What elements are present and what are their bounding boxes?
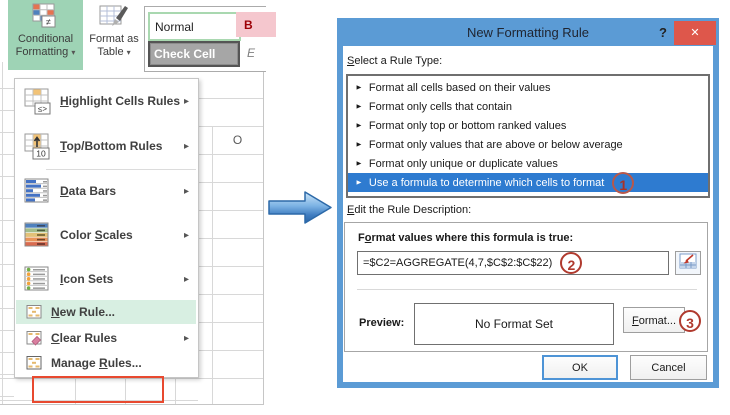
menu-item-color-scales[interactable]: Color Scales ▸	[16, 215, 196, 255]
data-bars-icon	[22, 178, 52, 204]
conditional-formatting-menu: ≤> Highlight Cells Rules ▸ 10 Top/Bottom…	[14, 78, 199, 403]
rule-type-option-selected[interactable]: ► Use a formula to determine which cells …	[348, 171, 708, 194]
close-icon: ✕	[690, 27, 700, 39]
excel-panel: O ≠ Conditional Formatting ▾ Format as T…	[0, 0, 276, 405]
dropdown-caret-icon: ▾	[126, 48, 131, 57]
svg-text:≤>: ≤>	[37, 104, 46, 113]
annotation-step-1: 1	[612, 171, 635, 194]
conditional-formatting-label-line1: Conditional	[17, 33, 74, 45]
menu-item-label: Clear Rules	[51, 331, 118, 345]
submenu-arrow-icon: ▸	[183, 185, 189, 197]
ok-button[interactable]: OK	[542, 355, 618, 380]
formula-input[interactable]: =$C2=AGGREGATE(4,7,$C$2:$C$22) 2	[357, 251, 669, 275]
format-as-table-icon	[99, 3, 129, 33]
format-as-table-label-line2: Table ▾	[97, 46, 131, 58]
rule-type-option[interactable]: ► Format all cells based on their values	[348, 78, 708, 97]
dialog-body: Select a Rule Type: ► Format all cells ba…	[343, 46, 713, 382]
style-bad-partial[interactable]: B	[236, 12, 276, 37]
submenu-arrow-icon: ▸	[183, 95, 189, 107]
rule-bullet-icon: ►	[355, 102, 363, 111]
icon-sets-icon	[22, 266, 52, 292]
menu-item-label: Color Scales	[60, 228, 133, 242]
screenshot-root: { "ribbon": { "conditional_formatting": …	[0, 0, 730, 415]
menu-item-label: Icon Sets	[60, 272, 114, 286]
rule-type-listbox: ► Format all cells based on their values …	[346, 74, 710, 198]
column-header-o[interactable]: O	[212, 133, 263, 147]
svg-text:10: 10	[36, 148, 46, 158]
collapse-dialog-button[interactable]	[675, 251, 701, 275]
style-check-cell[interactable]: Check Cell	[148, 41, 240, 67]
rule-bullet-icon: ►	[355, 178, 363, 187]
rule-type-label: Format only unique or duplicate values	[368, 157, 558, 170]
menu-item-label: Manage Rules...	[51, 356, 142, 370]
close-button[interactable]: ✕	[674, 21, 716, 45]
style-normal[interactable]: Normal	[148, 12, 241, 41]
rule-bullet-icon: ►	[355, 140, 363, 149]
menu-item-new-rule[interactable]: New Rule...	[16, 300, 196, 324]
menu-item-clear-rules[interactable]: Clear Rules ▸	[16, 326, 196, 350]
style-explanatory-partial[interactable]: E	[241, 41, 273, 65]
menu-separator	[46, 169, 196, 170]
menu-item-label: New Rule...	[51, 305, 116, 319]
highlight-cells-rules-icon: ≤>	[22, 88, 52, 115]
clear-rules-icon	[25, 330, 43, 346]
menu-item-top-bottom-rules[interactable]: 10 Top/Bottom Rules ▸	[16, 126, 196, 166]
top-bottom-rules-icon: 10	[22, 133, 52, 160]
help-button[interactable]: ?	[655, 20, 671, 44]
format-as-table-button[interactable]: Format as Table ▾	[85, 0, 143, 70]
transition-arrow-icon	[266, 188, 336, 233]
dropdown-caret-icon: ▾	[71, 48, 76, 57]
menu-item-label: Highlight Cells Rules	[60, 94, 181, 108]
preview-label: Preview:	[359, 317, 405, 329]
rule-type-option[interactable]: ► Format only top or bottom ranked values	[348, 116, 708, 135]
submenu-arrow-icon: ▸	[183, 140, 189, 152]
formula-value: =$C2=AGGREGATE(4,7,$C$2:$C$22)	[363, 257, 553, 269]
menu-item-label: Data Bars	[60, 184, 117, 198]
svg-text:≠: ≠	[46, 17, 51, 27]
rule-type-label: Format all cells based on their values	[368, 81, 551, 94]
submenu-arrow-icon: ▸	[183, 332, 189, 344]
rule-type-option[interactable]: ► Format only values that are above or be…	[348, 135, 708, 154]
range-selector-icon	[679, 253, 697, 274]
submenu-arrow-icon: ▸	[183, 273, 189, 285]
annotation-step-2: 2	[560, 252, 583, 274]
rule-type-option[interactable]: ► Format only cells that contain	[348, 97, 708, 116]
new-formatting-rule-dialog: New Formatting Rule ? ✕ Select a Rule Ty…	[337, 18, 719, 388]
rule-bullet-icon: ►	[355, 83, 363, 92]
format-preview-box: No Format Set	[414, 303, 614, 345]
menu-item-icon-sets[interactable]: Icon Sets ▸	[16, 259, 196, 299]
rule-type-label: Use a formula to determine which cells t…	[368, 176, 605, 189]
conditional-formatting-button[interactable]: ≠ Conditional Formatting ▾	[8, 0, 83, 70]
rule-bullet-icon: ►	[355, 159, 363, 168]
new-rule-icon	[25, 304, 43, 320]
rule-type-label: Format only top or bottom ranked values	[368, 119, 567, 132]
cell-styles-gallery: Normal B Check Cell E	[144, 6, 276, 72]
formula-label: Format values where this formula is true…	[358, 232, 574, 244]
submenu-arrow-icon: ▸	[183, 229, 189, 241]
select-rule-type-label: Select a Rule Type:	[347, 55, 443, 67]
groupbox-separator	[357, 289, 697, 290]
conditional-formatting-icon: ≠	[32, 3, 59, 33]
rule-type-label: Format only cells that contain	[368, 100, 512, 113]
rule-type-option[interactable]: ► Format only unique or duplicate values	[348, 154, 708, 173]
conditional-formatting-label-line2: Formatting ▾	[15, 46, 76, 58]
menu-item-manage-rules[interactable]: Manage Rules...	[16, 351, 196, 375]
menu-item-label: Top/Bottom Rules	[60, 139, 163, 153]
format-button[interactable]: Format...	[623, 307, 685, 333]
edit-rule-description-label: Edit the Rule Description:	[347, 204, 472, 216]
menu-item-highlight-cells-rules[interactable]: ≤> Highlight Cells Rules ▸	[16, 81, 196, 121]
rule-type-label: Format only values that are above or bel…	[368, 138, 623, 151]
rule-bullet-icon: ►	[355, 121, 363, 130]
color-scales-icon	[22, 222, 52, 248]
format-as-table-label-line1: Format as	[89, 33, 139, 45]
manage-rules-icon	[25, 355, 43, 371]
cancel-button[interactable]: Cancel	[630, 355, 707, 380]
annotation-step-3: 3	[679, 310, 701, 332]
menu-item-data-bars[interactable]: Data Bars ▸	[16, 171, 196, 211]
rule-description-groupbox: Format values where this formula is true…	[344, 222, 708, 352]
